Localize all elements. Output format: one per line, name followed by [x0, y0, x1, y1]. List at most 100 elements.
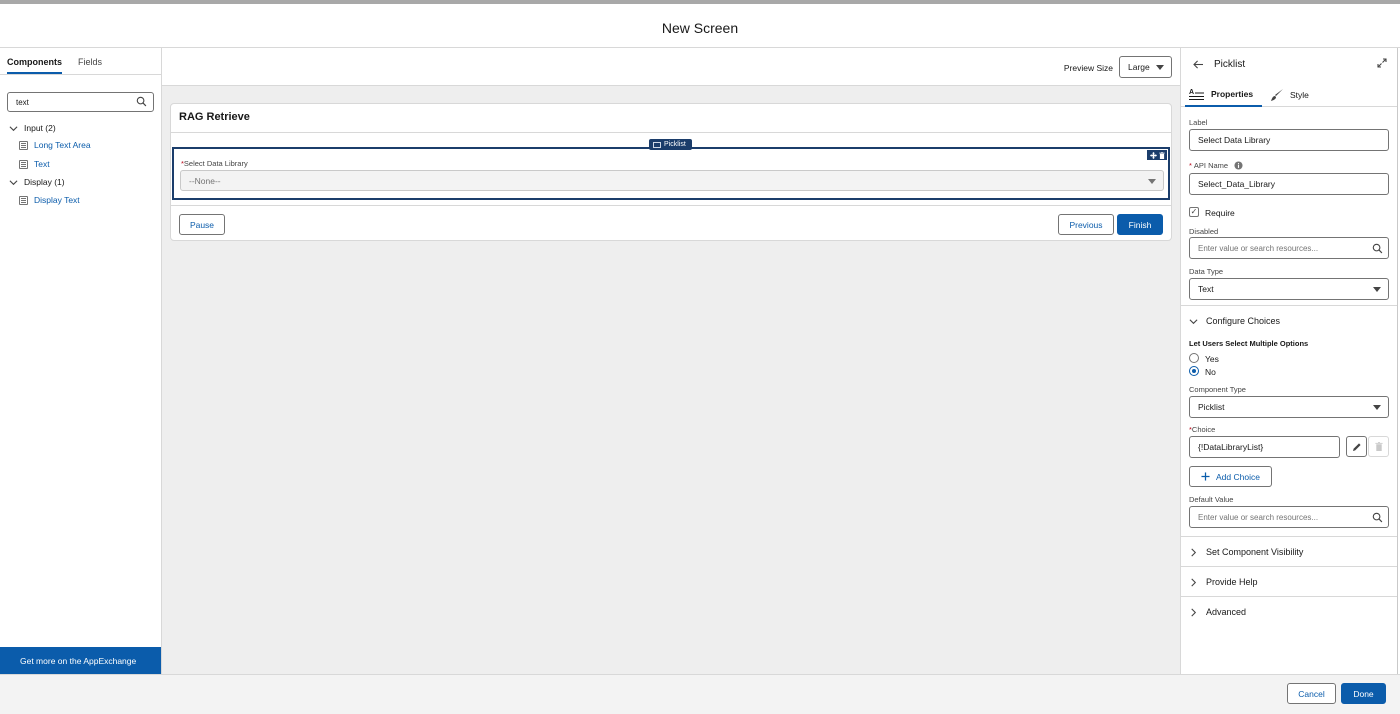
tab-fields[interactable]: Fields	[78, 57, 102, 74]
section-label: Provide Help	[1206, 577, 1258, 587]
search-icon	[1372, 512, 1383, 523]
component-display-text[interactable]: Display Text	[19, 195, 80, 205]
properties-panel: Picklist A Properties Style Label Select…	[1180, 48, 1398, 674]
component-text[interactable]: Text	[19, 159, 50, 169]
choice-input[interactable]: {!DataLibraryList}	[1189, 436, 1340, 458]
divider	[1181, 566, 1397, 567]
edit-choice-button[interactable]	[1346, 436, 1367, 457]
label-input[interactable]: Select Data Library	[1189, 129, 1389, 151]
panel-title: Picklist	[1214, 58, 1246, 70]
api-name-text: API Name	[1193, 161, 1229, 170]
component-label: Display Text	[34, 195, 80, 205]
chevron-down-icon	[9, 125, 18, 131]
active-tab-indicator	[1185, 105, 1262, 107]
tab-label: Style	[1290, 90, 1309, 100]
group-display[interactable]: Display (1)	[9, 177, 65, 187]
api-name-label: * API Name	[1189, 161, 1243, 170]
field-label: *Select Data Library	[181, 159, 248, 168]
move-icon[interactable]	[1149, 151, 1157, 159]
search-icon	[136, 96, 147, 107]
section-provide-help[interactable]: Provide Help	[1189, 577, 1258, 587]
divider	[1181, 305, 1397, 306]
section-label: Advanced	[1206, 607, 1247, 617]
delete-choice-button[interactable]	[1368, 436, 1389, 457]
component-long-text-area[interactable]: Long Text Area	[19, 140, 91, 150]
multi-no-radio[interactable]	[1189, 366, 1199, 376]
section-set-component-visibility[interactable]: Set Component Visibility	[1189, 547, 1303, 557]
section-label: Set Component Visibility	[1206, 547, 1304, 557]
done-button[interactable]: Done	[1341, 683, 1386, 704]
component-label: Long Text Area	[34, 140, 91, 150]
finish-button[interactable]: Finish	[1117, 214, 1163, 235]
panel-header: Picklist	[1181, 48, 1397, 80]
multi-select-text: Let Users Select Multiple Options	[1189, 339, 1309, 348]
dropdown-caret-icon	[1373, 405, 1381, 410]
default-value-label: Default Value	[1189, 495, 1234, 504]
screen-card: RAG Retrieve Picklist *Select Data Libra…	[170, 103, 1172, 241]
multi-select-label: Let Users Select Multiple Options	[1189, 339, 1308, 348]
pause-button[interactable]: Pause	[179, 214, 225, 235]
field-icon	[19, 140, 28, 150]
tab-properties[interactable]: A Properties	[1189, 88, 1253, 100]
disabled-label: Disabled	[1189, 227, 1219, 236]
disabled-resource-input[interactable]: Enter value or search resources...	[1189, 237, 1389, 259]
api-name-input[interactable]: Select_Data_Library	[1189, 173, 1389, 195]
search-icon	[1372, 243, 1383, 254]
require-checkbox[interactable]: ✓	[1189, 207, 1199, 217]
choice-label: *Choice	[1189, 425, 1215, 434]
component-type-select[interactable]: Picklist	[1189, 396, 1389, 418]
paintbrush-icon	[1271, 89, 1283, 101]
select-data-library-picklist[interactable]: --None--	[180, 170, 1164, 191]
component-type-label: Component Type	[1189, 385, 1246, 394]
delete-icon[interactable]	[1158, 151, 1165, 159]
back-arrow-icon[interactable]	[1193, 60, 1204, 69]
yes-label: Yes	[1205, 354, 1219, 364]
footer-divider	[171, 205, 1171, 206]
plus-icon	[1201, 472, 1210, 481]
section-configure-choices[interactable]: Configure Choices	[1189, 316, 1280, 326]
no-label: No	[1205, 367, 1216, 377]
previous-button[interactable]: Previous	[1058, 214, 1114, 235]
tab-style[interactable]: Style	[1270, 88, 1309, 102]
chevron-right-icon	[1191, 548, 1197, 556]
data-type-value: Text	[1198, 284, 1214, 294]
label-label: Label	[1189, 118, 1208, 127]
group-label: Display (1)	[24, 177, 65, 187]
preview-size-select[interactable]: Large	[1119, 56, 1172, 78]
picklist-icon	[653, 141, 661, 148]
data-type-select[interactable]: Text	[1189, 278, 1389, 300]
panel-tabs: A Properties Style	[1181, 80, 1397, 107]
default-value-placeholder: Enter value or search resources...	[1198, 512, 1319, 522]
require-label: Require	[1205, 208, 1235, 218]
group-input[interactable]: Input (2)	[9, 123, 56, 133]
preview-size-value: Large	[1128, 62, 1150, 72]
field-icon	[19, 195, 28, 205]
pencil-icon	[1352, 442, 1361, 451]
appexchange-link[interactable]: Get more on the AppExchange	[0, 647, 161, 674]
choice-label-text: Choice	[1191, 425, 1216, 434]
left-tabs: Components Fields	[0, 48, 161, 75]
chevron-down-icon	[1189, 318, 1198, 324]
properties-icon: A	[1189, 89, 1204, 100]
section-advanced[interactable]: Advanced	[1189, 607, 1246, 617]
component-actions	[1147, 150, 1167, 160]
group-label: Input (2)	[24, 123, 56, 133]
tab-label: Properties	[1211, 89, 1254, 99]
cancel-button[interactable]: Cancel	[1287, 683, 1336, 704]
expand-icon[interactable]	[1377, 58, 1387, 68]
add-choice-button[interactable]: Add Choice	[1189, 466, 1272, 487]
tab-components[interactable]: Components	[7, 57, 62, 74]
chevron-down-icon	[9, 179, 18, 185]
component-label: Text	[34, 159, 50, 169]
multi-yes-radio[interactable]	[1189, 353, 1199, 363]
info-icon[interactable]	[1234, 161, 1243, 170]
screen-title: RAG Retrieve	[179, 111, 250, 123]
selected-picklist-component[interactable]: Picklist *Select Data Library --None--	[172, 139, 1170, 200]
preview-size-label: Preview Size	[1063, 63, 1113, 73]
app-frame: New Screen Components Fields text Input …	[0, 0, 1400, 714]
required-mark: *	[1189, 161, 1192, 170]
chevron-right-icon	[1191, 578, 1197, 586]
default-value-input[interactable]: Enter value or search resources...	[1189, 506, 1389, 528]
divider	[1181, 536, 1397, 537]
component-search-input[interactable]: text	[7, 92, 154, 112]
